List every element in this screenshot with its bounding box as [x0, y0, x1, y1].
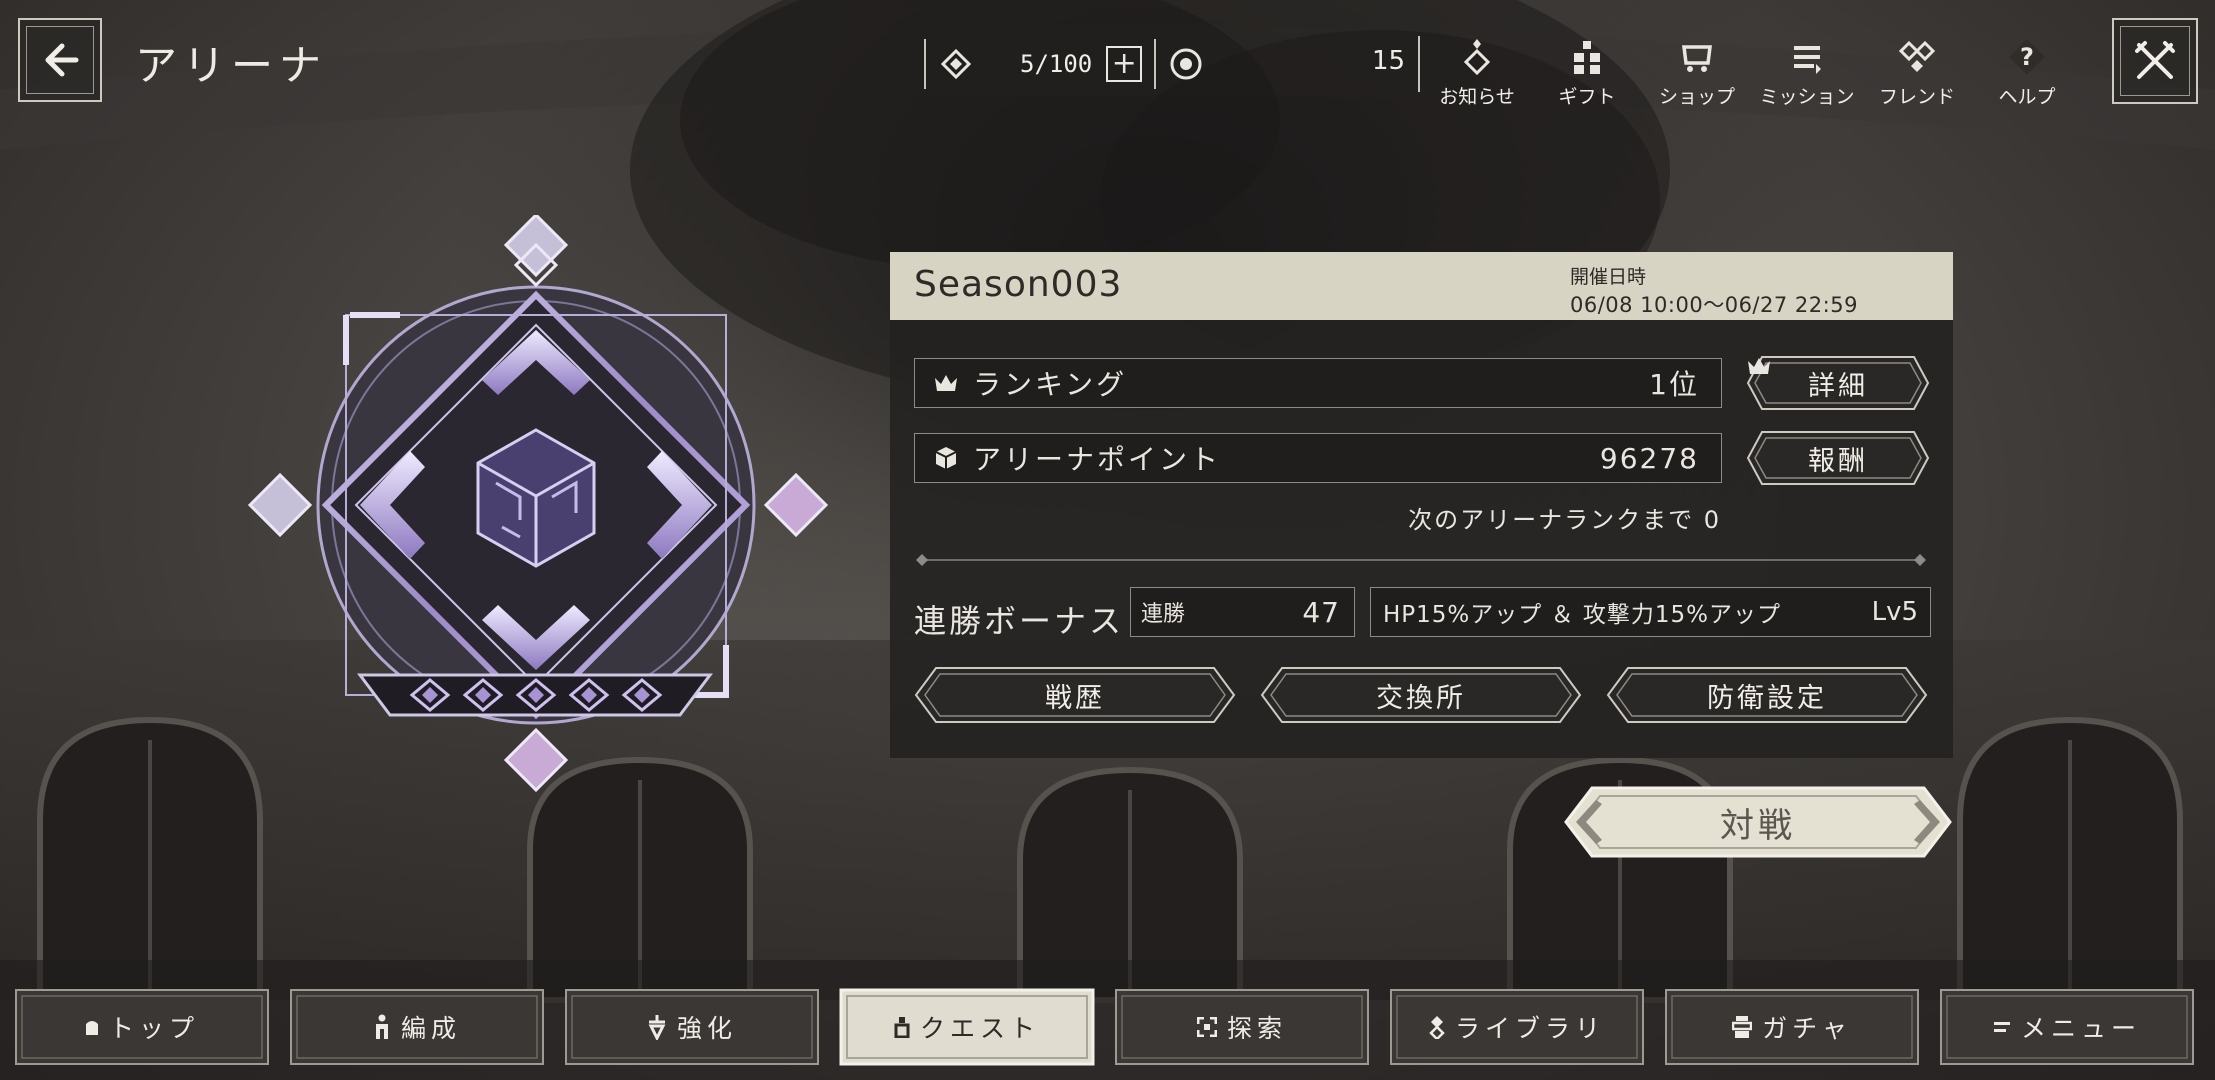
nav-explore[interactable]: 探索 [1114, 988, 1370, 1066]
nav-gacha[interactable]: ガチャ [1664, 988, 1920, 1066]
gift-label: ギフト [1558, 86, 1616, 108]
back-arrow-icon [45, 43, 79, 77]
notice-icon [1463, 39, 1491, 76]
close-button[interactable] [2112, 18, 2198, 104]
nav-quest[interactable]: クエスト [839, 988, 1095, 1066]
gacha-icon [1732, 1016, 1753, 1038]
divider [924, 39, 926, 89]
datetime-label: 開催日時 [1570, 266, 1647, 288]
nav-formation[interactable]: 編成 [289, 988, 545, 1066]
formation-icon [375, 1014, 388, 1039]
help-label: ヘルプ [1998, 86, 2056, 108]
cube-icon [935, 447, 957, 469]
help-button[interactable]: ? ヘルプ [1972, 34, 2082, 109]
streak-value: 47 [1302, 595, 1340, 629]
arena-points-value: 96278 [1599, 441, 1699, 475]
battle-button[interactable]: 対戦 [1562, 784, 1954, 860]
shop-label: ショップ [1658, 86, 1735, 108]
nav-menu[interactable]: メニュー [1939, 988, 2195, 1066]
shop-icon [1682, 45, 1712, 72]
help-icon: ? [2009, 39, 2045, 75]
quest-icon [894, 1017, 910, 1038]
nav-explore-label: 探索 [1226, 1014, 1287, 1043]
notice-button[interactable]: お知らせ [1422, 34, 1532, 109]
svg-text:?: ? [2020, 43, 2034, 71]
shop-button[interactable]: ショップ [1642, 34, 1752, 109]
notice-label: お知らせ [1439, 86, 1515, 108]
nav-upgrade[interactable]: 強化 [564, 988, 820, 1066]
ranking-detail-button[interactable]: 詳細 [1746, 355, 1930, 411]
crossed-swords-icon [2135, 41, 2175, 79]
arena-rank-emblem [247, 215, 829, 793]
battle-label: 対戦 [1720, 805, 1796, 846]
detail-label: 詳細 [1808, 370, 1868, 402]
battle-history-button[interactable]: 戦歴 [914, 666, 1236, 724]
gift-icon [1574, 41, 1600, 74]
reward-button[interactable]: 報酬 [1746, 430, 1930, 486]
stamina-value: 5/100 [1020, 50, 1093, 78]
friend-icon [1898, 40, 1936, 72]
divider [916, 554, 1926, 566]
back-button[interactable] [18, 18, 102, 102]
friend-button[interactable]: フレンド [1862, 34, 1972, 109]
friend-label: フレンド [1878, 86, 1955, 108]
divider [1418, 36, 1420, 92]
menu-icon [1993, 1022, 2010, 1032]
bonus-effect-box: HP15%アップ ＆ 攻撃力15%アップ Lv5 [1370, 587, 1931, 637]
nav-library-label: ライブラリ [1454, 1014, 1605, 1043]
reward-label: 報酬 [1808, 445, 1868, 477]
divider [1154, 39, 1157, 89]
arena-points-label: アリーナポイント [973, 443, 1222, 476]
defense-settings-label: 防衛設定 [1707, 682, 1827, 714]
datetime-value: 06/08 10:00～06/27 22:59 [1570, 293, 1858, 317]
currency-count: 15 [1372, 46, 1406, 76]
streak-count-box: 連勝 47 [1130, 587, 1355, 637]
mission-button[interactable]: ミッション [1752, 34, 1862, 109]
mission-label: ミッション [1759, 86, 1855, 108]
nav-quest-label: クエスト [919, 1014, 1040, 1043]
crown-icon [1748, 358, 1770, 374]
exchange-label: 交換所 [1376, 682, 1466, 714]
mission-icon [1794, 46, 1821, 74]
bonus-effect-text: HP15%アップ ＆ 攻撃力15%アップ [1383, 602, 1782, 628]
season-header: Season003 開催日時 06/08 10:00～06/27 22:59 [890, 252, 1953, 320]
upgrade-icon [648, 1015, 666, 1040]
ranking-value: 1位 [1649, 368, 1699, 401]
add-stamina-button[interactable]: + [1106, 46, 1143, 82]
battle-history-label: 戦歴 [1045, 682, 1105, 714]
nav-top[interactable]: トップ [14, 988, 270, 1066]
nav-upgrade-label: 強化 [676, 1014, 737, 1043]
bottom-navigation: トップ 編成 強化 クエスト 探索 ライブラリ ガチャ メニュー [0, 982, 2215, 1080]
explore-icon [1196, 1017, 1217, 1037]
nav-menu-label: メニュー [2020, 1014, 2141, 1043]
nav-library[interactable]: ライブラリ [1389, 988, 1645, 1066]
bonus-level: Lv5 [1871, 597, 1918, 627]
crown-icon [935, 375, 957, 391]
home-icon [85, 1021, 98, 1035]
gift-button[interactable]: ギフト [1532, 34, 1642, 109]
exchange-button[interactable]: 交換所 [1260, 666, 1582, 724]
nav-top-label: トップ [108, 1014, 199, 1043]
nav-gacha-label: ガチャ [1762, 1014, 1852, 1043]
page-title: アリーナ [135, 41, 328, 90]
nav-formation-label: 編成 [400, 1014, 461, 1043]
defense-settings-button[interactable]: 防衛設定 [1606, 666, 1928, 724]
ranking-label: ランキング [973, 368, 1128, 401]
stamina-icon [938, 46, 974, 82]
library-icon [1429, 1016, 1445, 1039]
next-rank-text: 次のアリーナランクまで 0 [1408, 506, 1721, 534]
currency-icon [1168, 46, 1204, 82]
streak-key: 連勝 [1141, 602, 1186, 627]
streak-bonus-label: 連勝ボーナス [914, 602, 1125, 640]
ranking-row: ランキング 1位 [914, 358, 1722, 408]
resource-bar: 5/100 + [912, 38, 1204, 90]
season-panel: Season003 開催日時 06/08 10:00～06/27 22:59 ラ… [890, 252, 1953, 758]
season-name: Season003 [914, 264, 1123, 305]
arena-points-row: アリーナポイント 96278 [914, 433, 1722, 483]
